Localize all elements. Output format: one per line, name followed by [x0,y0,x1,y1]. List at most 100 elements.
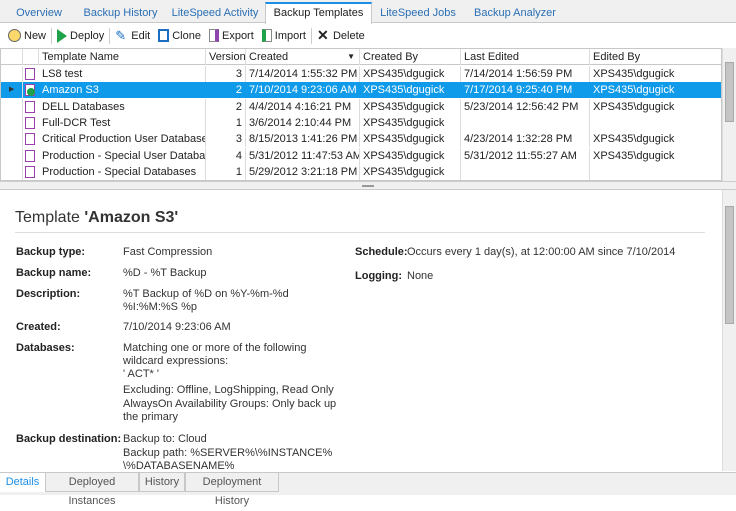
toolbar: New Deploy ✎ Edit Clone Export Import ✕ De… [0,24,736,47]
header-edited-by[interactable]: Edited By [590,49,721,65]
grid-scrollbar-thumb[interactable] [725,62,734,122]
pencil-icon: ✎ [115,28,127,43]
tab-overview[interactable]: Overview [8,4,70,23]
table-row[interactable]: Production - Special Databases 1 5/29/2012… [1,163,721,180]
cell [590,115,721,131]
splitter[interactable] [0,181,736,190]
cell: XPS435\dgugick [593,84,675,97]
cell: 8/15/2013 1:41:26 PM [246,131,360,148]
cell: XPS435\dgugick [590,131,721,147]
separator [109,27,111,44]
title-prefix: Template [15,209,85,226]
databases-label: Databases: [16,342,75,354]
row-indicator [1,114,23,131]
row-indicator [1,66,23,82]
divider [15,232,705,233]
table-row[interactable]: Production - Special User Databases 4 5/31… [1,147,721,164]
tab-backup-analyzer[interactable]: Backup Analyzer [470,4,560,23]
row-indicator [1,98,23,115]
grid-scrollbar[interactable] [722,48,736,181]
splitter-grip-icon [362,185,374,187]
row-indicator [1,131,23,148]
header-created-by[interactable]: Created By [360,49,461,65]
grid-header: Template Name Version Created ▼ Created B… [1,49,721,65]
delete-label: Delete [332,29,365,42]
details-title: Template 'Amazon S3' [15,209,178,227]
destination-label: Backup destination: [16,433,122,445]
import-icon [261,29,272,42]
template-icon [25,84,35,97]
import-button[interactable]: Import [258,26,310,46]
tab-litespeed-activity[interactable]: LiteSpeed Activity [170,4,260,23]
export-label: Export [221,29,254,42]
tab-deployed-instances[interactable]: Deployed Instances [45,473,139,507]
table-row[interactable]: LS8 test 3 7/14/2014 1:55:32 PM XPS435\dgug… [1,66,721,82]
tab-backup-templates[interactable]: Backup Templates [265,2,372,24]
header-version[interactable]: Version [206,49,246,65]
tab-litespeed-jobs[interactable]: LiteSpeed Jobs [378,4,458,23]
export-icon [208,29,219,42]
cell [461,114,590,131]
header-template-name[interactable]: Template Name [39,49,206,65]
template-icon [25,100,35,113]
template-icon [25,149,35,162]
tab-deployment-history[interactable]: Deployment History [185,473,279,507]
backup-type-label: Backup type: [16,246,86,258]
new-button[interactable]: New [4,26,50,46]
cell: 1 [206,163,246,180]
cell: XPS435\dgugick [360,66,461,82]
cell: 7/10/2014 9:23:06 AM [249,84,357,97]
tab-history[interactable]: History [139,473,185,492]
edit-button[interactable]: ✎ Edit [111,26,154,46]
bottom-tab-bar: Details Deployed Instances History Deplo… [0,472,736,507]
header-last-edited[interactable]: Last Edited [461,49,590,65]
cell: 3 [206,131,246,148]
deploy-button[interactable]: Deploy [53,26,108,46]
created-value: 7/10/2014 9:23:06 AM [123,321,231,333]
cell: 4/4/2014 4:16:21 PM [246,98,360,115]
separator [310,27,312,44]
row-indicator: ▶ [1,82,23,99]
cell: XPS435\dgugick [360,163,461,180]
sort-desc-icon: ▼ [347,52,355,61]
table-row[interactable]: Critical Production User Databases 3 8/15/… [1,131,721,148]
details-scrollbar[interactable] [722,190,736,471]
top-tab-bar: Overview Backup History LiteSpeed Activi… [0,0,736,24]
backup-type-value: Fast Compression [123,246,213,258]
cell: Critical Production User Databases [39,131,206,148]
deployed-icon [27,88,35,97]
delete-icon: ✕ [316,27,329,43]
cell: XPS435\dgugick [360,98,461,115]
cell: XPS435\dgugick [590,99,721,115]
template-icon [25,165,35,178]
tab-backup-history[interactable]: Backup History [78,4,163,23]
clone-button[interactable]: Clone [154,26,205,46]
clone-icon [158,29,170,42]
details-scrollbar-thumb[interactable] [725,206,734,324]
table-row[interactable]: DELL Databases 2 4/4/2014 4:16:21 PM XPS435… [1,98,721,115]
cell: 1 [206,114,246,131]
backup-path-value: Backup path: %SERVER%\%INSTANCE%\%DATABA… [123,447,333,471]
export-button[interactable]: Export [205,26,258,46]
cell: 3/6/2014 2:10:44 PM [246,114,360,131]
header-icon [23,49,39,65]
header-created[interactable]: Created ▼ [246,49,360,65]
databases-ag: AlwaysOn Availability Groups: Only back … [123,398,337,423]
cell: 4/23/2014 1:32:28 PM [461,131,590,148]
delete-button[interactable]: ✕ Delete [313,26,369,46]
separator [51,27,53,44]
clone-label: Clone [172,29,201,42]
cell: 2 [206,98,246,115]
header-created-label: Created [249,51,289,63]
cell: 2 [235,84,242,97]
cell: 7/14/2014 1:56:59 PM [461,66,590,82]
backup-name-label: Backup name: [16,267,92,279]
row-indicator [1,147,23,164]
tab-details[interactable]: Details [0,473,45,492]
new-icon [8,29,21,42]
cell: DELL Databases [39,98,206,115]
table-row[interactable]: Full-DCR Test 1 3/6/2014 2:10:44 PM XPS435\… [1,114,721,131]
table-row[interactable]: ▶ Amazon S3 2 7/10/2014 9:23:06 AM XPS435\dg… [1,82,721,99]
databases-pattern: ' ACT* ' [123,368,159,380]
deploy-label: Deploy [70,29,105,42]
